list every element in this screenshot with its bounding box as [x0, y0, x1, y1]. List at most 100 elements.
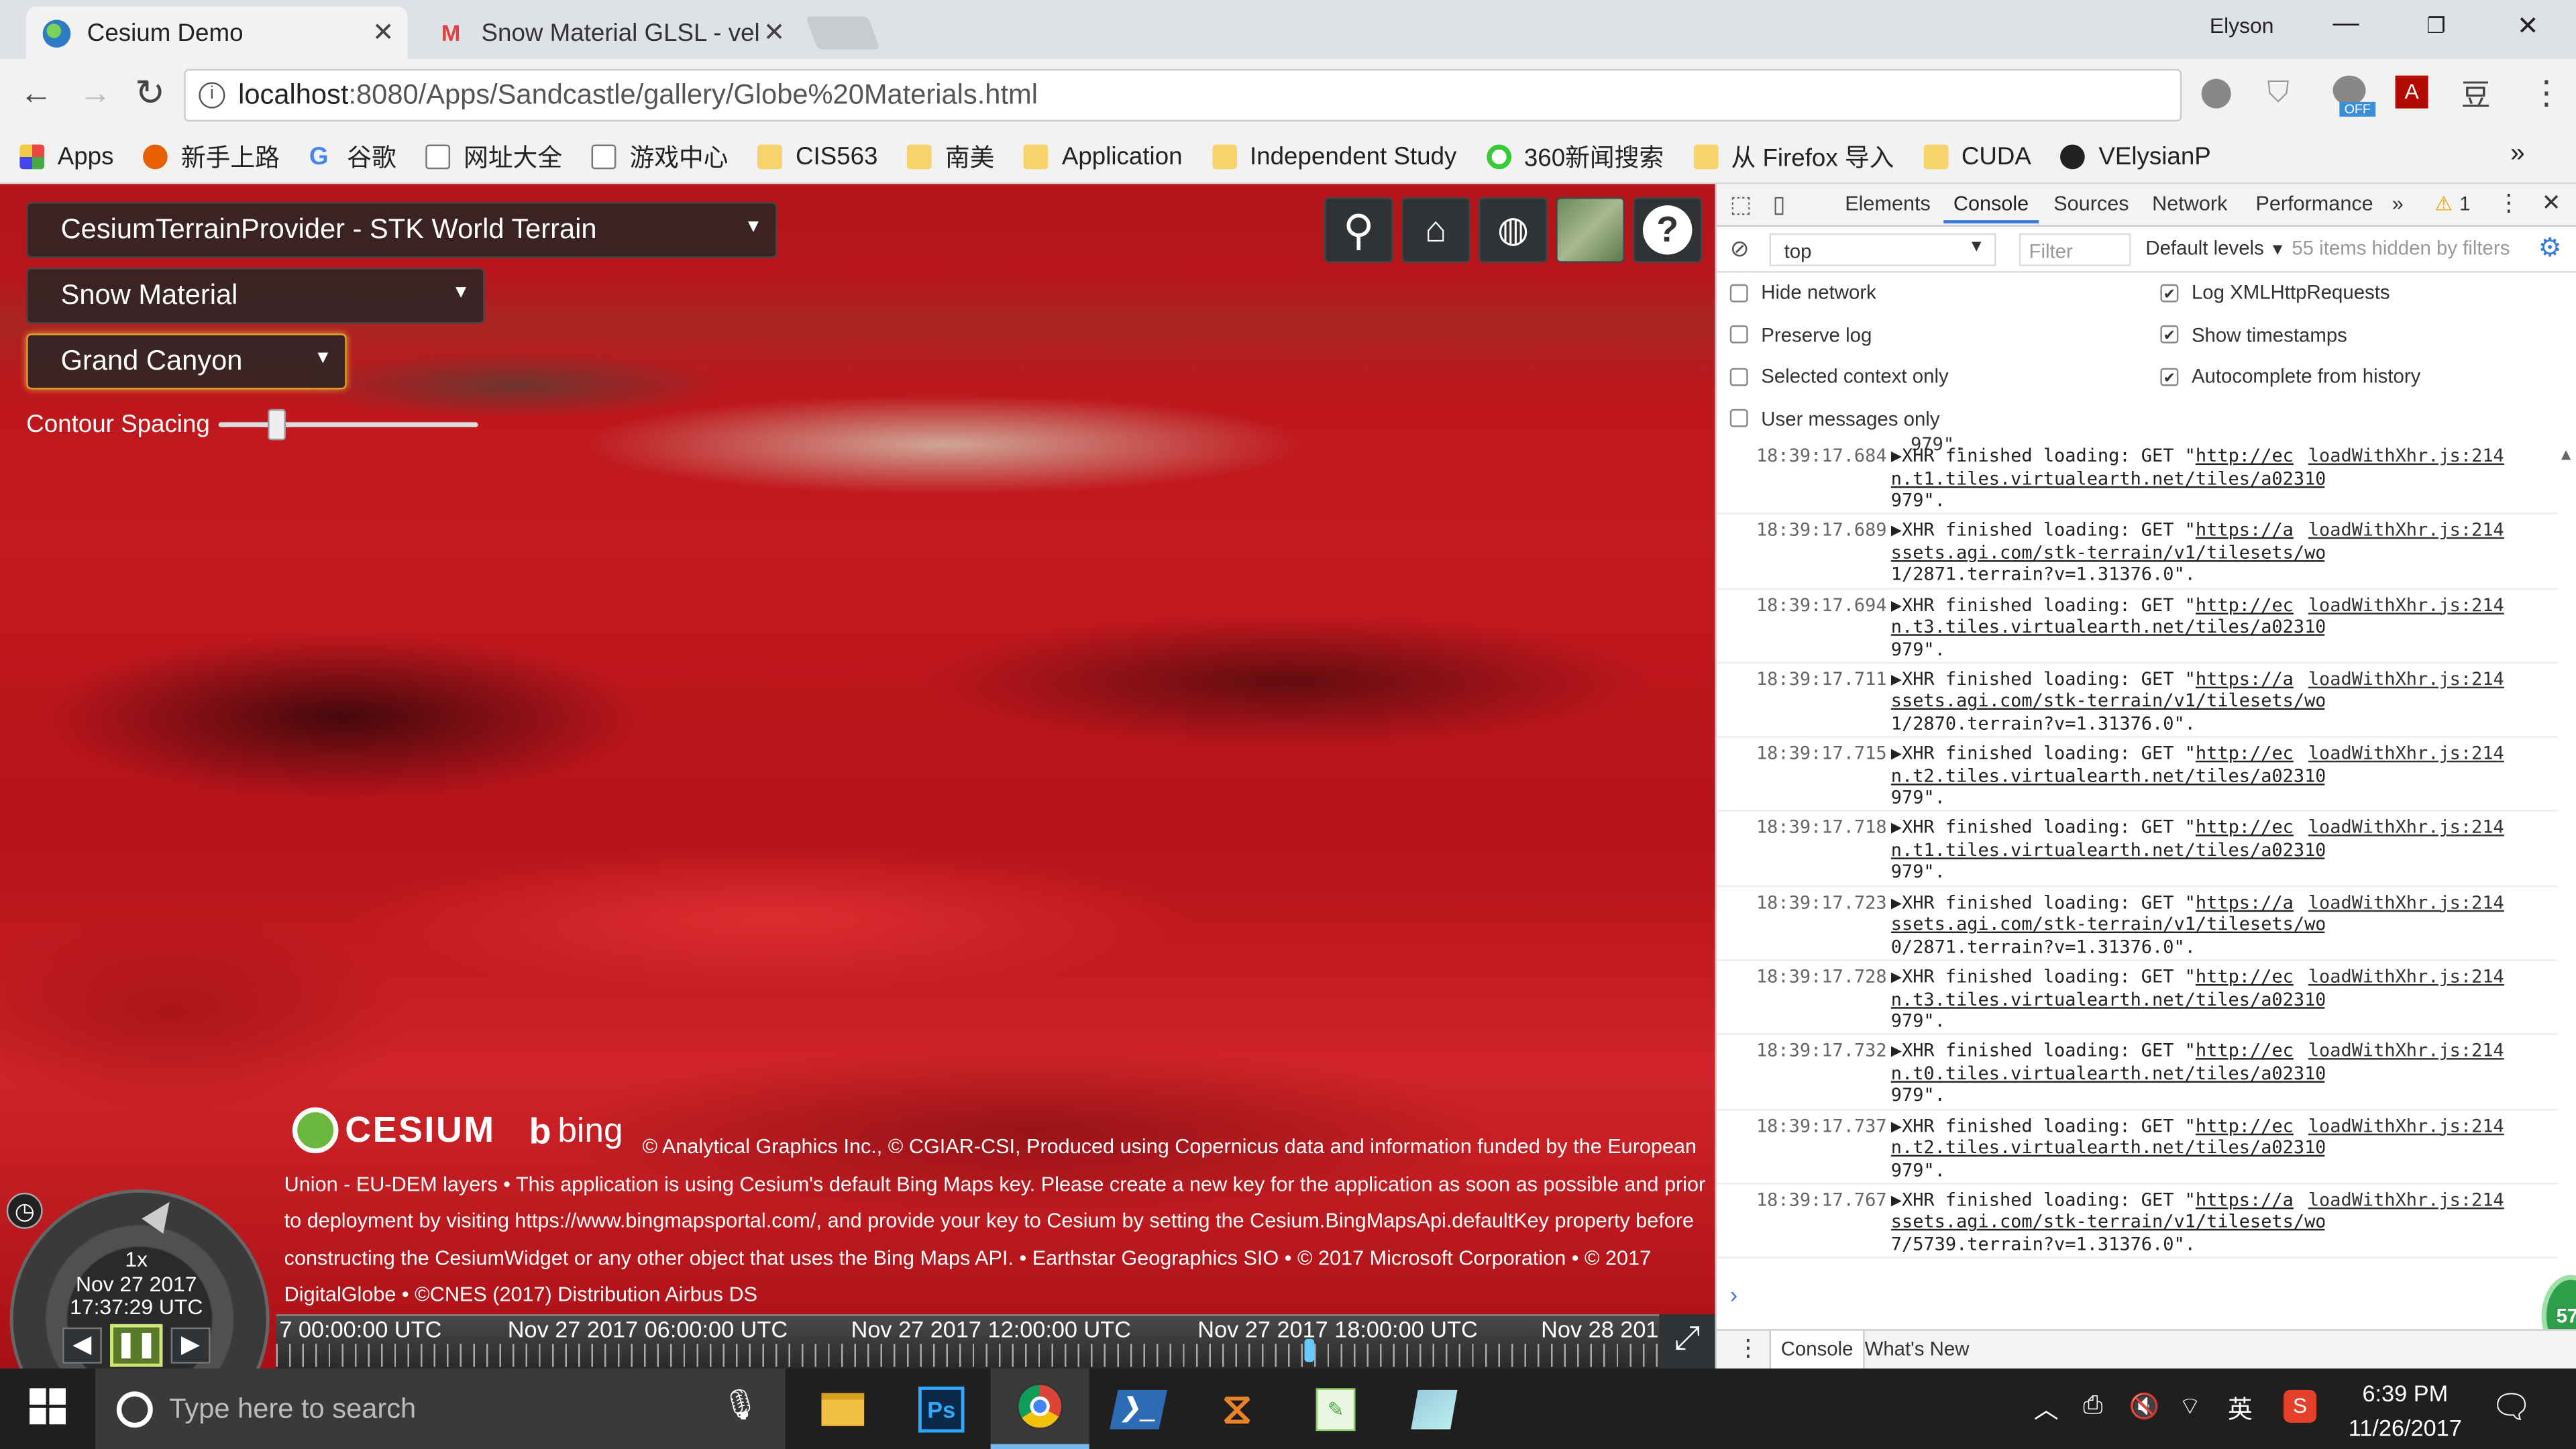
bookmark-item[interactable]: VElysianP [2061, 143, 2211, 171]
microphone-icon[interactable]: 🎙 [721, 1388, 759, 1422]
action-center-icon[interactable]: 🗨 [2491, 1387, 2532, 1428]
message-url[interactable]: http://ec [2196, 743, 2294, 764]
message-url[interactable]: http://ec [2196, 594, 2294, 616]
message-url[interactable]: n.t1.tiles.virtualearth.net/tiles/a02310… [1891, 839, 2325, 861]
bookmarks-overflow-button[interactable]: » [2510, 140, 2525, 169]
geocoder-search-button[interactable]: ⚲ [1324, 197, 1393, 263]
bookmark-item[interactable]: 游戏中心 [592, 140, 729, 174]
console-entry[interactable]: 18:39:17.767 ▶XHR finished loading: GET "… [1717, 1185, 2559, 1259]
close-tab-icon[interactable]: ✕ [372, 16, 394, 49]
scene-mode-button[interactable]: ◍ [1479, 197, 1548, 263]
chrome-icon[interactable] [990, 1368, 1089, 1449]
message-url[interactable]: n.t2.tiles.virtualearth.net/tiles/a02310… [1891, 1137, 2325, 1159]
console-entry[interactable]: 18:39:17.684 ▶XHR finished loading: GET "… [1717, 440, 2559, 515]
bookmark-folder[interactable]: CIS563 [757, 143, 878, 171]
checkbox[interactable]: ✔ [2160, 283, 2179, 302]
message-url[interactable]: http://ec [2196, 445, 2294, 467]
checkbox[interactable] [1729, 283, 1748, 302]
new-tab-button[interactable] [805, 16, 880, 50]
message-url[interactable]: ssets.agi.com/stk-terrain/v1/tilesets/wo… [1891, 542, 2325, 564]
tab-network[interactable]: Network [2152, 193, 2227, 215]
message-url[interactable]: http://ec [2196, 1040, 2294, 1062]
tab-sources[interactable]: Sources [2053, 193, 2129, 215]
bookmark-folder[interactable]: 从 Firefox 导入 [1693, 140, 1894, 174]
volume-muted-icon[interactable]: 🔇 [2129, 1391, 2160, 1421]
play-reverse-icon[interactable]: ◀ [62, 1327, 102, 1364]
console-option[interactable]: Selected context only [1729, 365, 1949, 388]
console-option[interactable]: Preserve log [1729, 323, 1872, 346]
console-entry[interactable]: 18:39:17.737 ▶XHR finished loading: GET "… [1717, 1110, 2559, 1185]
base-layer-picker-button[interactable] [1556, 197, 1625, 263]
bookmark-folder[interactable]: CUDA [1923, 143, 2031, 171]
location-select[interactable]: Grand Canyon ▼ [26, 333, 347, 390]
message-url[interactable]: http://ec [2196, 817, 2294, 839]
console-option[interactable]: ✔ Log XMLHttpRequests [2160, 281, 2390, 304]
pdf-extension-icon[interactable]: A [2395, 75, 2428, 109]
powershell-icon[interactable]: ❯_ [1089, 1368, 1188, 1449]
console-entry[interactable]: 18:39:17.715 ▶XHR finished loading: GET "… [1717, 738, 2559, 812]
back-icon[interactable]: ← [19, 76, 52, 113]
drawer-menu-icon[interactable]: ⋮ [1737, 1334, 1760, 1362]
network-device-icon[interactable]: ⎙ [2083, 1391, 2102, 1419]
message-url[interactable]: https://a [2196, 668, 2294, 690]
menu-icon[interactable]: ⋮ [2530, 72, 2563, 113]
log-levels-select[interactable]: Default levels ▼ [2145, 237, 2286, 260]
forward-icon[interactable]: → [79, 76, 112, 113]
bookmark-item[interactable]: 网址大全 [425, 140, 562, 174]
timeline[interactable]: 7 00:00:00 UTC Nov 27 2017 06:00:00 UTC … [276, 1314, 1660, 1368]
checkbox[interactable] [1729, 325, 1748, 343]
warning-icon[interactable]: ⚠ [2434, 193, 2452, 215]
console-settings-icon[interactable]: ⚙ [2538, 231, 2562, 264]
windows-start-icon[interactable] [30, 1388, 66, 1425]
more-tabs-button[interactable]: » [2392, 193, 2404, 215]
entry-source-link[interactable]: loadWithXhr.js:214 [2304, 966, 2504, 989]
console-entry[interactable]: 18:39:17.718 ▶XHR finished loading: GET "… [1717, 812, 2559, 887]
close-window-icon[interactable]: ✕ [2517, 10, 2539, 43]
entry-source-link[interactable]: loadWithXhr.js:214 [2304, 1189, 2504, 1212]
console-option[interactable]: Hide network [1729, 281, 1876, 304]
extension-icon[interactable] [2201, 78, 2231, 109]
bookmark-folder[interactable]: Application [1024, 143, 1183, 171]
cesium-viewer[interactable]: CesiumTerrainProvider - STK World Terrai… [0, 184, 1715, 1369]
help-button[interactable]: ? [1633, 197, 1703, 263]
checkbox[interactable] [1729, 409, 1748, 427]
bookmark-item[interactable]: G 谷歌 [309, 140, 396, 174]
console-entry[interactable]: 18:39:17.723 ▶XHR finished loading: GET "… [1717, 887, 2559, 961]
message-url[interactable]: n.t1.tiles.virtualearth.net/tiles/a02310… [1891, 468, 2325, 490]
bookmark-folder[interactable]: Independent Study [1212, 143, 1456, 171]
bookmark-apps[interactable]: Apps [19, 143, 113, 171]
tab-performance[interactable]: Performance [2255, 193, 2373, 215]
clock-icon[interactable]: ◷ [6, 1192, 43, 1229]
entry-source-link[interactable]: loadWithXhr.js:214 [2304, 445, 2504, 468]
sogou-icon[interactable]: S [2284, 1389, 2317, 1423]
checkbox[interactable] [1729, 367, 1748, 386]
entry-source-link[interactable]: loadWithXhr.js:214 [2304, 817, 2504, 840]
clear-console-icon[interactable]: ⊘ [1730, 235, 1750, 263]
material-select[interactable]: Snow Material ▼ [26, 268, 485, 324]
bookmark-item[interactable]: 新手上路 [143, 140, 280, 174]
checkbox[interactable]: ✔ [2160, 367, 2179, 386]
tab-elements[interactable]: Elements [1845, 193, 1931, 215]
console-entry[interactable]: 18:39:17.694 ▶XHR finished loading: GET "… [1717, 589, 2559, 664]
address-bar[interactable]: i localhost:8080/Apps/Sandcastle/gallery… [184, 68, 2182, 122]
shield-extension-icon[interactable]: ⛉ [2267, 76, 2290, 110]
console-entry[interactable]: 18:39:17.732 ▶XHR finished loading: GET "… [1717, 1036, 2559, 1110]
context-select[interactable]: top ▼ [1769, 233, 1996, 266]
notepad-plus-icon[interactable]: ✎ [1287, 1368, 1385, 1449]
file-explorer-icon[interactable] [794, 1368, 892, 1449]
app-icon[interactable] [1385, 1368, 1483, 1449]
checkbox[interactable]: ✔ [2160, 325, 2179, 343]
console-filter-input[interactable]: Filter [2019, 233, 2131, 266]
taskbar-search-box[interactable]: Type here to search 🎙 [95, 1368, 786, 1449]
close-devtools-icon[interactable]: ✕ [2542, 189, 2561, 217]
entry-source-link[interactable]: loadWithXhr.js:214 [2304, 1115, 2504, 1138]
entry-source-link[interactable]: loadWithXhr.js:214 [2304, 594, 2504, 616]
message-url[interactable]: https://a [2196, 1189, 2294, 1211]
wifi-icon[interactable]: ⌔ [2178, 1391, 2202, 1423]
message-url[interactable]: http://ec [2196, 966, 2294, 987]
entry-source-link[interactable]: loadWithXhr.js:214 [2304, 519, 2504, 542]
entry-source-link[interactable]: loadWithXhr.js:214 [2304, 892, 2504, 914]
message-url[interactable]: ssets.agi.com/stk-terrain/v1/tilesets/wo… [1891, 1212, 2325, 1234]
message-url[interactable]: n.t3.tiles.virtualearth.net/tiles/a02310… [1891, 988, 2325, 1010]
bookmark-item[interactable]: 360新闻搜索 [1486, 140, 1664, 174]
